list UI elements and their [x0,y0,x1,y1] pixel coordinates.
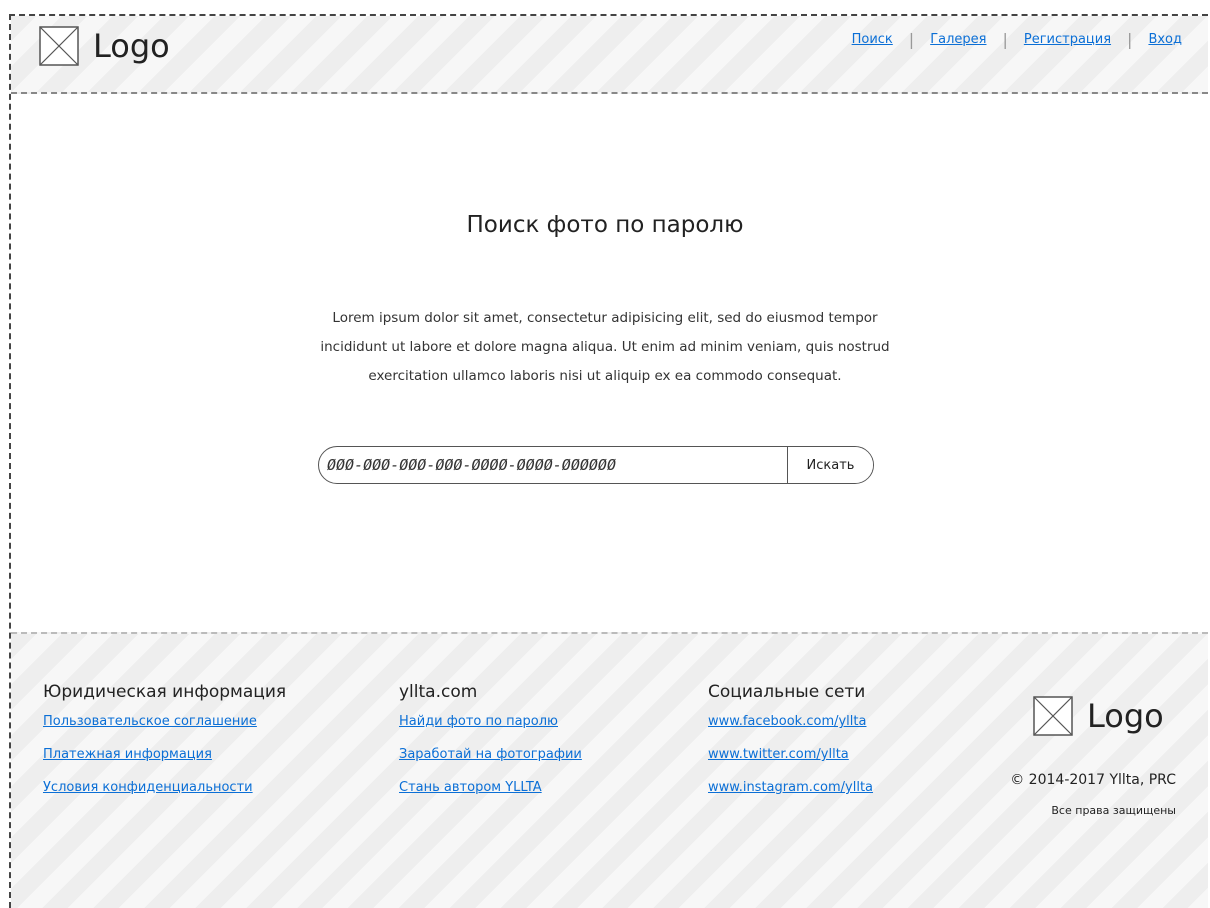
footer-link-payment-info[interactable]: Платежная информация [43,747,286,762]
header-logo[interactable]: Logo [39,26,170,66]
logo-text: Logo [1087,697,1164,735]
nav-link-register[interactable]: Регистрация [1024,32,1111,47]
nav-separator: | [1002,30,1008,49]
nav-separator: | [1127,30,1133,49]
footer-column-title: Социальные сети [708,682,866,702]
nav-link-login[interactable]: Вход [1148,32,1182,47]
footer: Юридическая информация Пользовательское … [11,632,1208,908]
password-input[interactable] [319,447,787,483]
page-title: Поиск фото по паролю [466,212,744,238]
header: Logo Поиск | Галерея | Регистрация | Вхо… [11,16,1208,94]
footer-column-title: Юридическая информация [43,682,287,702]
rights-text: Все права защищены [1051,804,1176,817]
password-search-box: Искать [318,446,874,484]
footer-link-earn[interactable]: Заработай на фотографии [399,747,582,762]
image-placeholder-icon [1033,696,1073,736]
footer-column-site: yllta.com Найди фото по паролю Заработай… [399,682,582,813]
footer-link-find-photo[interactable]: Найди фото по паролю [399,714,582,729]
logo-text: Logo [93,27,170,65]
search-button[interactable]: Искать [787,447,873,483]
footer-column-title: yllta.com [399,682,478,702]
page-description: Lorem ipsum dolor sit amet, consectetur … [320,310,890,384]
nav-link-gallery[interactable]: Галерея [930,32,986,47]
footer-logo[interactable]: Logo [1033,696,1164,736]
nav-separator: | [908,30,915,49]
footer-link-become-author[interactable]: Стань автором YLLTA [399,780,582,795]
footer-column-legal: Юридическая информация Пользовательское … [43,682,286,813]
footer-link-facebook[interactable]: www.facebook.com/yllta [708,714,873,729]
copyright-text: © 2014-2017 Yllta, PRC [1010,772,1176,788]
footer-link-twitter[interactable]: www.twitter.com/yllta [708,747,873,762]
image-placeholder-icon [39,26,79,66]
nav-link-search[interactable]: Поиск [852,32,893,47]
footer-link-privacy[interactable]: Условия конфиденциальности [43,780,286,795]
main-nav: Поиск | Галерея | Регистрация | Вход [852,30,1182,49]
footer-link-instagram[interactable]: www.instagram.com/yllta [708,780,873,795]
footer-link-user-agreement[interactable]: Пользовательское соглашение [43,714,286,729]
footer-column-social: Социальные сети www.facebook.com/yllta w… [708,682,873,813]
